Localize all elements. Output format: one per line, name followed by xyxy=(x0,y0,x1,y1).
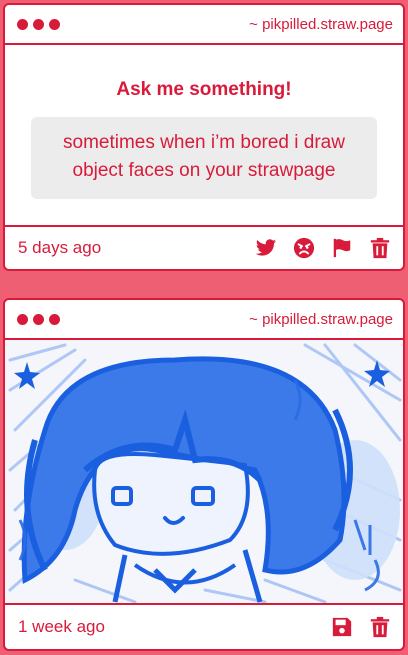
dot-icon xyxy=(49,18,60,30)
site-label[interactable]: ~ pikpilled.straw.page xyxy=(249,311,393,328)
drawing-card: ~ pikpilled.straw.page 1 week ago xyxy=(3,298,405,651)
twitter-icon[interactable] xyxy=(255,237,277,259)
flag-icon[interactable] xyxy=(331,237,353,259)
angry-face-icon[interactable] xyxy=(293,237,315,259)
drawing-image xyxy=(5,340,403,605)
card-titlebar: ~ pikpilled.straw.page xyxy=(5,5,403,45)
dot-icon xyxy=(49,313,60,325)
question-text: sometimes when i’m bored i draw object f… xyxy=(31,117,377,199)
dot-icon xyxy=(17,18,28,30)
window-dots xyxy=(17,18,60,30)
trash-icon[interactable] xyxy=(369,616,391,638)
card-footer: 5 days ago xyxy=(5,227,403,269)
action-bar xyxy=(331,616,391,638)
dot-icon xyxy=(33,313,44,325)
timestamp: 1 week ago xyxy=(18,617,105,636)
card-footer: 1 week ago xyxy=(5,605,403,649)
timestamp: 5 days ago xyxy=(18,238,102,257)
window-dots xyxy=(17,313,60,325)
site-label[interactable]: ~ pikpilled.straw.page xyxy=(249,16,393,33)
action-bar xyxy=(255,237,391,259)
dot-icon xyxy=(17,313,28,325)
card-titlebar: ~ pikpilled.straw.page xyxy=(5,300,403,340)
ask-body: Ask me something! sometimes when i’m bor… xyxy=(5,45,403,227)
dot-icon xyxy=(33,18,44,30)
ask-card: ~ pikpilled.straw.page Ask me something!… xyxy=(3,3,405,271)
trash-icon[interactable] xyxy=(369,237,391,259)
ask-title: Ask me something! xyxy=(116,79,292,100)
save-icon[interactable] xyxy=(331,616,353,638)
